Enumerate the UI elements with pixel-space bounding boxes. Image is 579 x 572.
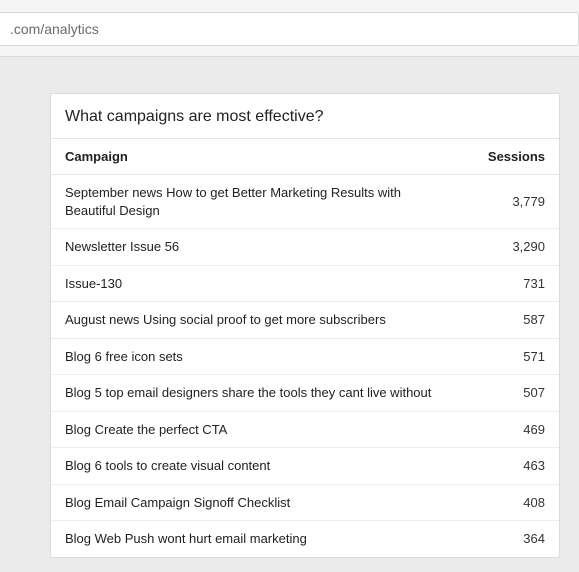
campaign-name: Blog Create the perfect CTA: [51, 411, 468, 448]
table-row[interactable]: Blog 5 top email designers share the too…: [51, 375, 559, 412]
campaign-sessions: 463: [468, 448, 559, 485]
campaign-name: September news How to get Better Marketi…: [51, 175, 468, 229]
campaign-sessions: 469: [468, 411, 559, 448]
table-row[interactable]: Blog Create the perfect CTA 469: [51, 411, 559, 448]
campaign-sessions: 507: [468, 375, 559, 412]
campaign-name: Blog Email Campaign Signoff Checklist: [51, 484, 468, 521]
campaign-name: Blog Web Push wont hurt email marketing: [51, 521, 468, 557]
campaign-name: Blog 6 tools to create visual content: [51, 448, 468, 485]
campaign-name: Blog 6 free icon sets: [51, 338, 468, 375]
campaign-sessions: 571: [468, 338, 559, 375]
table-row[interactable]: September news How to get Better Marketi…: [51, 175, 559, 229]
campaign-sessions: 408: [468, 484, 559, 521]
campaign-name: Issue-130: [51, 265, 468, 302]
table-row[interactable]: Blog 6 tools to create visual content 46…: [51, 448, 559, 485]
table-row[interactable]: Newsletter Issue 56 3,290: [51, 229, 559, 266]
campaign-sessions: 3,290: [468, 229, 559, 266]
campaigns-table: Campaign Sessions September news How to …: [51, 138, 559, 557]
campaign-name: August news Using social proof to get mo…: [51, 302, 468, 339]
col-campaign[interactable]: Campaign: [51, 139, 468, 175]
campaign-sessions: 587: [468, 302, 559, 339]
table-row[interactable]: Issue-130 731: [51, 265, 559, 302]
campaign-sessions: 364: [468, 521, 559, 557]
table-row[interactable]: Blog Email Campaign Signoff Checklist 40…: [51, 484, 559, 521]
table-row[interactable]: August news Using social proof to get mo…: [51, 302, 559, 339]
page-background: What campaigns are most effective? Campa…: [0, 56, 579, 572]
campaign-name: Newsletter Issue 56: [51, 229, 468, 266]
card-title: What campaigns are most effective?: [51, 94, 559, 138]
url-bar[interactable]: .com/analytics: [0, 12, 579, 46]
url-text: .com/analytics: [10, 21, 99, 37]
col-sessions[interactable]: Sessions: [468, 139, 559, 175]
table-header-row: Campaign Sessions: [51, 139, 559, 175]
table-row[interactable]: Blog 6 free icon sets 571: [51, 338, 559, 375]
campaign-sessions: 3,779: [468, 175, 559, 229]
campaign-name: Blog 5 top email designers share the too…: [51, 375, 468, 412]
campaigns-card: What campaigns are most effective? Campa…: [50, 93, 560, 558]
table-row[interactable]: Blog Web Push wont hurt email marketing …: [51, 521, 559, 557]
campaign-sessions: 731: [468, 265, 559, 302]
